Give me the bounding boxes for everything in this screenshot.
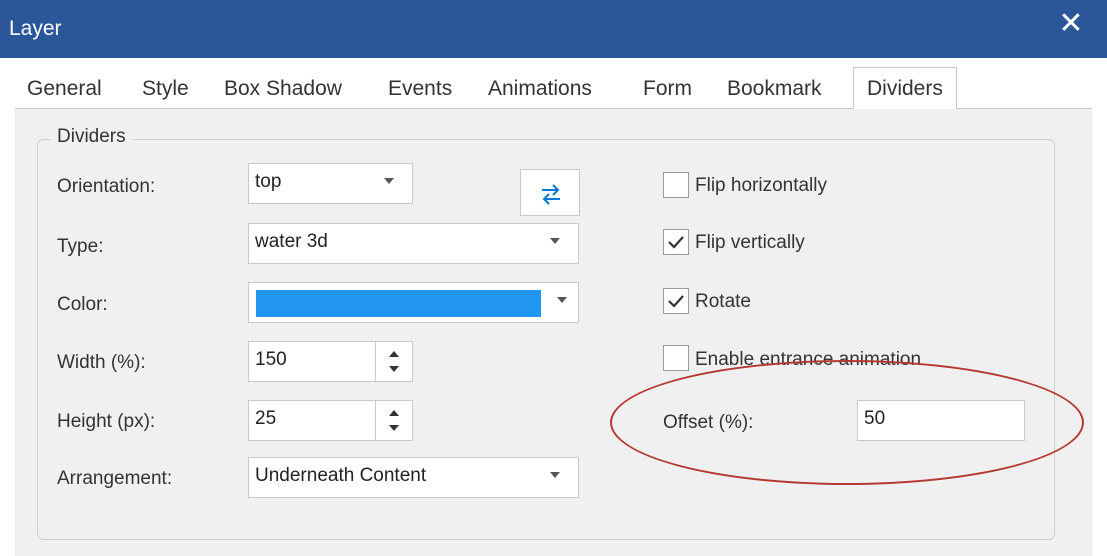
checkmark-icon xyxy=(668,295,684,308)
chevron-down-icon[interactable] xyxy=(389,425,399,431)
tab-animations[interactable]: Animations xyxy=(488,68,592,108)
orientation-select[interactable]: top xyxy=(248,163,413,204)
entrance-animation-checkbox[interactable] xyxy=(663,345,689,371)
chevron-up-icon[interactable] xyxy=(389,410,399,416)
color-swatch xyxy=(256,290,541,317)
arrangement-label: Arrangement: xyxy=(57,468,173,489)
tab-form[interactable]: Form xyxy=(643,68,692,108)
width-label: Width (%): xyxy=(57,352,146,373)
tab-general[interactable]: General xyxy=(27,68,102,108)
width-spin-buttons xyxy=(375,342,412,381)
close-icon: ✕ xyxy=(1058,7,1084,40)
groupbox-title: Dividers xyxy=(51,126,132,148)
tab-dividers[interactable]: Dividers xyxy=(853,67,957,109)
type-value: water 3d xyxy=(255,231,328,252)
rotate-checkbox[interactable] xyxy=(663,288,689,314)
color-picker[interactable] xyxy=(248,282,579,323)
chevron-down-icon[interactable] xyxy=(389,366,399,372)
swap-arrows-icon xyxy=(542,184,560,205)
tab-box-shadow[interactable]: Box Shadow xyxy=(224,68,342,108)
chevron-down-icon xyxy=(557,297,567,303)
window-title: Layer xyxy=(9,17,62,40)
title-bar: Layer ✕ xyxy=(0,0,1107,58)
entrance-animation-label[interactable]: Enable entrance animation xyxy=(695,349,921,371)
rotate-label[interactable]: Rotate xyxy=(695,291,751,313)
arrangement-value: Underneath Content xyxy=(255,465,427,486)
tab-style[interactable]: Style xyxy=(142,68,189,108)
height-stepper[interactable]: 25 xyxy=(248,400,413,441)
arrangement-select[interactable]: Underneath Content xyxy=(248,457,579,498)
close-button[interactable]: ✕ xyxy=(1035,0,1107,50)
tab-events[interactable]: Events xyxy=(388,68,452,108)
chevron-down-icon xyxy=(550,472,560,478)
height-value: 25 xyxy=(255,408,277,429)
width-value: 150 xyxy=(255,349,287,370)
height-spin-buttons xyxy=(375,401,412,440)
chevron-up-icon[interactable] xyxy=(389,351,399,357)
flip-horizontally-checkbox[interactable] xyxy=(663,172,689,198)
dialog-body: General Style Box Shadow Events Animatio… xyxy=(0,58,1107,556)
color-label: Color: xyxy=(57,294,108,315)
tab-bookmark[interactable]: Bookmark xyxy=(727,68,822,108)
width-stepper[interactable]: 150 xyxy=(248,341,413,382)
orientation-value: top xyxy=(255,171,282,192)
chevron-down-icon xyxy=(550,238,560,244)
flip-horizontally-label[interactable]: Flip horizontally xyxy=(695,175,827,197)
offset-input[interactable]: 50 xyxy=(857,400,1025,441)
type-label: Type: xyxy=(57,236,104,257)
offset-value: 50 xyxy=(864,408,886,429)
type-select[interactable]: water 3d xyxy=(248,223,579,264)
chevron-down-icon xyxy=(384,178,394,184)
flip-vertically-label[interactable]: Flip vertically xyxy=(695,232,805,254)
offset-label: Offset (%): xyxy=(663,412,754,433)
orientation-label: Orientation: xyxy=(57,176,156,197)
swap-orientation-button[interactable] xyxy=(520,169,580,216)
height-label: Height (px): xyxy=(57,411,156,432)
checkmark-icon xyxy=(668,236,684,249)
flip-vertically-checkbox[interactable] xyxy=(663,229,689,255)
